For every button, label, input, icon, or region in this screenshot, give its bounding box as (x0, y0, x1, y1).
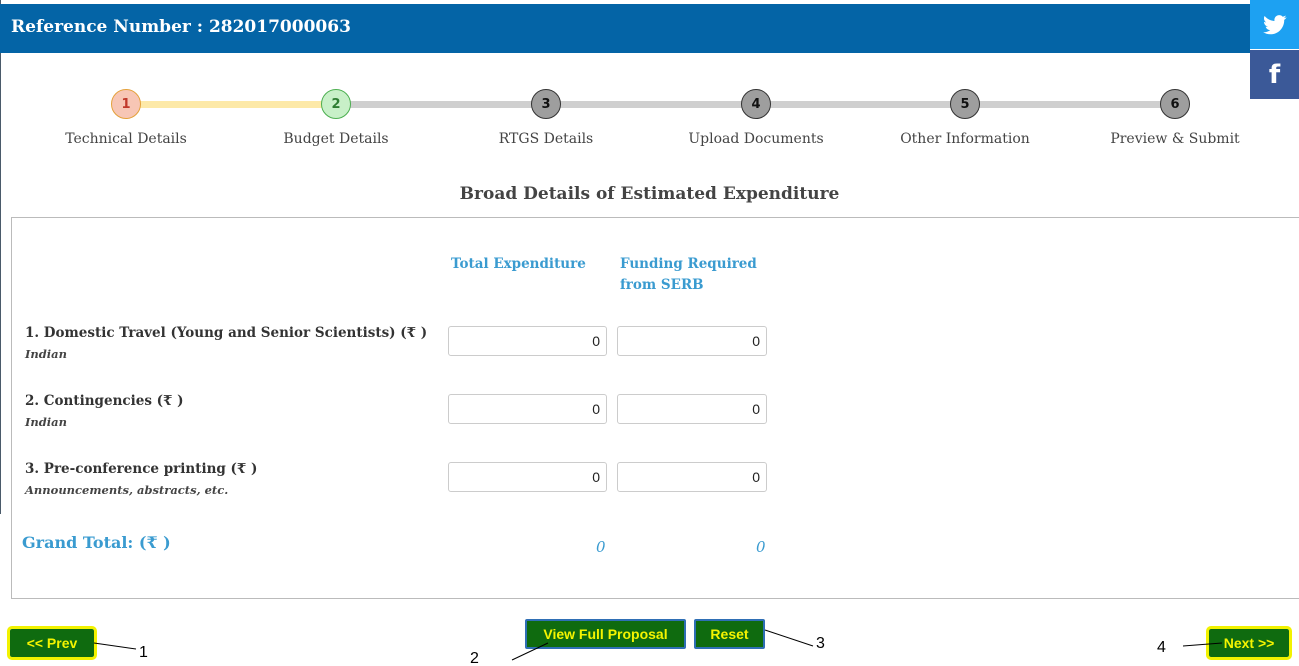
annotation-lines (93, 629, 1223, 661)
annotation-4: 4 (1157, 639, 1166, 656)
annotation-3: 3 (816, 635, 825, 652)
annotation-2: 2 (470, 650, 479, 666)
annotation-1: 1 (139, 644, 148, 661)
